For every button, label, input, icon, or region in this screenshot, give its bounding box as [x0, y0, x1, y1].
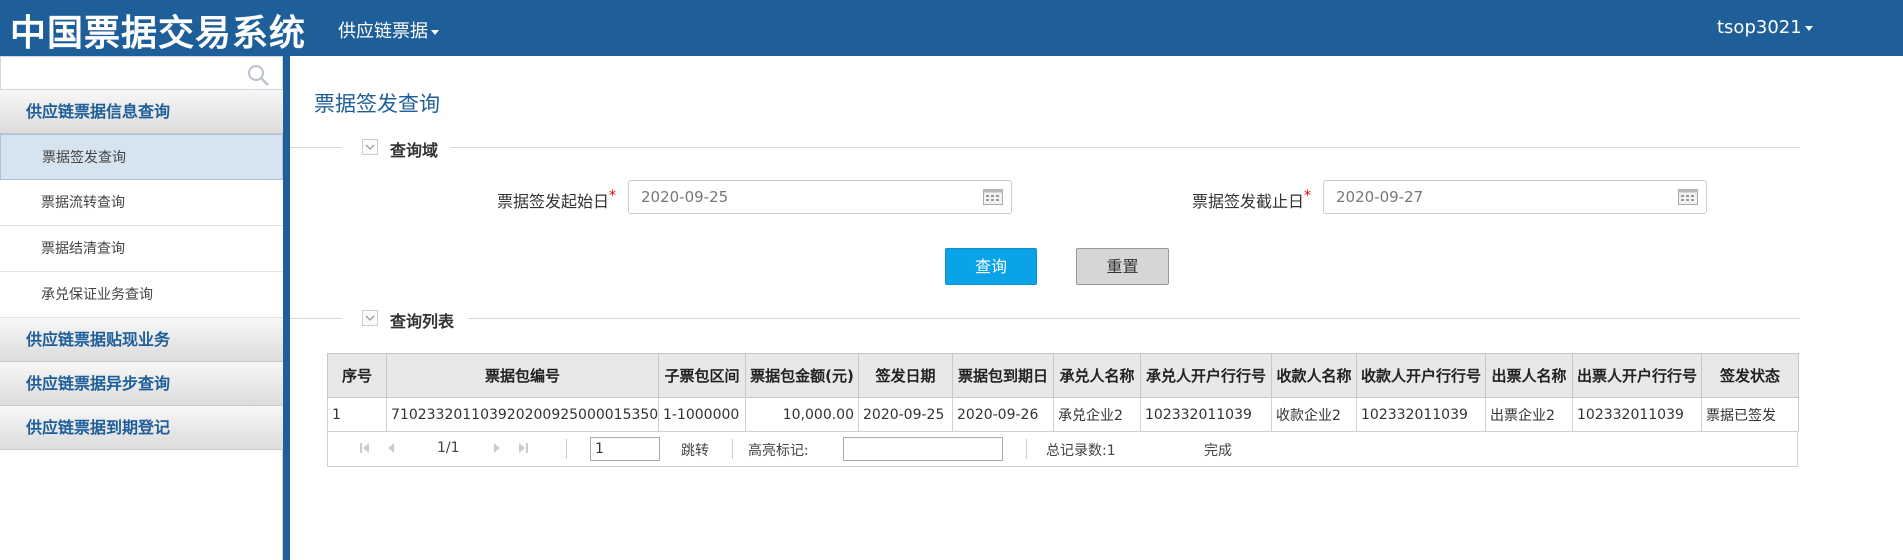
table-cell: 1-1000000	[658, 397, 746, 432]
column-header[interactable]: 出票人开户行行号	[1572, 353, 1702, 398]
table-cell: 票据已签发	[1701, 397, 1799, 432]
column-header[interactable]: 承兑人名称	[1053, 353, 1141, 398]
table-cell: 10,000.00	[745, 397, 859, 432]
table-cell: 承兑企业2	[1053, 397, 1141, 432]
required-mark: *	[1304, 188, 1312, 204]
end-date-value: 2020-09-27	[1336, 188, 1424, 206]
result-table: 序号 票据包编号 子票包区间 票据包金额(元) 签发日期 票据包到期日 承兑人名…	[327, 353, 1799, 432]
highlight-input[interactable]	[843, 437, 1003, 461]
section-divider	[290, 147, 342, 148]
collapse-list-toggle[interactable]	[362, 310, 378, 326]
chevron-down-icon	[365, 144, 375, 150]
sidebar-group-info-query[interactable]: 供应链票据信息查询	[0, 90, 283, 134]
column-header[interactable]: 出票人名称	[1485, 353, 1573, 398]
start-date-label-text: 票据签发起始日	[497, 192, 610, 211]
nav-menu-supply-chain[interactable]: 供应链票据	[338, 17, 439, 43]
first-page-icon[interactable]	[358, 441, 372, 455]
pager-separator	[732, 439, 733, 459]
start-date-label: 票据签发起始日*	[497, 188, 616, 212]
calendar-icon[interactable]	[983, 189, 1003, 205]
sidebar-group-async-query[interactable]: 供应链票据异步查询	[0, 362, 283, 406]
sidebar-item-settle-query[interactable]: 票据结清查询	[0, 226, 283, 272]
table-cell: 收款企业2	[1271, 397, 1357, 432]
nav-menu-label: 供应链票据	[338, 21, 428, 42]
table-cell: 102332011039	[1140, 397, 1272, 432]
sidebar-search-input[interactable]	[0, 56, 283, 90]
caret-down-icon	[431, 29, 439, 35]
page-title: 票据签发查询	[314, 92, 440, 116]
page-number-input[interactable]: 1	[590, 437, 660, 461]
table-cell: 102332011039	[1356, 397, 1486, 432]
table-row[interactable]: 1 710233201103920200925000015350 1-10000…	[327, 397, 1799, 432]
sidebar-item-transfer-query[interactable]: 票据流转查询	[0, 180, 283, 226]
column-header[interactable]: 票据包到期日	[952, 353, 1054, 398]
start-date-input[interactable]: 2020-09-25	[628, 180, 1012, 214]
column-header[interactable]: 签发状态	[1701, 353, 1799, 398]
collapse-query-toggle[interactable]	[362, 139, 378, 155]
query-section-title: 查询域	[390, 141, 439, 160]
end-date-label-text: 票据签发截止日	[1192, 192, 1305, 211]
user-label: tsop3021	[1717, 17, 1802, 38]
main-content: 票据签发查询 查询域 票据签发起始日* 2020-09-25 票据签发截止日* …	[290, 56, 1903, 560]
caret-down-icon	[1804, 25, 1813, 31]
pager-separator	[566, 439, 567, 459]
last-page-icon[interactable]	[516, 441, 530, 455]
table-cell: 102332011039	[1572, 397, 1702, 432]
status-text: 完成	[1204, 443, 1232, 459]
table-cell: 1	[327, 397, 387, 432]
section-divider	[290, 318, 342, 319]
jump-button[interactable]: 跳转	[681, 440, 709, 460]
column-header[interactable]: 收款人开户行行号	[1356, 353, 1486, 398]
next-page-icon[interactable]	[490, 441, 504, 455]
sidebar-group-maturity[interactable]: 供应链票据到期登记	[0, 406, 283, 450]
query-button[interactable]: 查询	[945, 248, 1037, 285]
column-header[interactable]: 签发日期	[858, 353, 953, 398]
top-header: 中国票据交易系统 供应链票据 tsop3021	[0, 0, 1903, 56]
chevron-down-icon	[365, 315, 375, 321]
sidebar-splitter[interactable]	[283, 56, 290, 560]
total-records: 总记录数:1	[1046, 443, 1116, 459]
column-header[interactable]: 收款人名称	[1271, 353, 1357, 398]
section-divider	[450, 147, 1800, 148]
start-date-value: 2020-09-25	[641, 188, 729, 206]
table-cell: 出票企业2	[1485, 397, 1573, 432]
sidebar: 供应链票据信息查询 票据签发查询 票据流转查询 票据结清查询 承兑保证业务查询 …	[0, 56, 283, 560]
user-menu[interactable]: tsop3021	[1717, 17, 1813, 38]
table-cell: 2020-09-26	[952, 397, 1054, 432]
sidebar-item-guarantee-query[interactable]: 承兑保证业务查询	[0, 272, 283, 318]
prev-page-icon[interactable]	[384, 441, 398, 455]
table-header-row: 序号 票据包编号 子票包区间 票据包金额(元) 签发日期 票据包到期日 承兑人名…	[327, 353, 1799, 398]
column-header[interactable]: 承兑人开户行行号	[1140, 353, 1272, 398]
list-section-title: 查询列表	[390, 312, 455, 331]
reset-button[interactable]: 重置	[1076, 248, 1169, 285]
table-cell: 710233201103920200925000015350	[386, 397, 659, 432]
column-header[interactable]: 票据包金额(元)	[745, 353, 859, 398]
highlight-label: 高亮标记:	[748, 443, 809, 459]
app-title: 中国票据交易系统	[10, 13, 307, 54]
column-header[interactable]: 子票包区间	[658, 353, 746, 398]
required-mark: *	[609, 188, 617, 204]
sidebar-item-issue-query[interactable]: 票据签发查询	[0, 134, 283, 180]
column-header[interactable]: 票据包编号	[386, 353, 659, 398]
page-info: 1/1	[437, 440, 460, 456]
pager-separator	[1026, 439, 1027, 459]
end-date-input[interactable]: 2020-09-27	[1323, 180, 1707, 214]
search-icon[interactable]	[246, 63, 270, 87]
pagination-bar: 1/1 1 跳转 高亮标记: 总记录数:1 完成	[327, 431, 1798, 467]
end-date-label: 票据签发截止日*	[1192, 188, 1311, 212]
section-divider	[468, 318, 1800, 319]
sidebar-group-discount[interactable]: 供应链票据贴现业务	[0, 318, 283, 362]
calendar-icon[interactable]	[1678, 189, 1698, 205]
table-cell: 2020-09-25	[858, 397, 953, 432]
column-header[interactable]: 序号	[327, 353, 387, 398]
